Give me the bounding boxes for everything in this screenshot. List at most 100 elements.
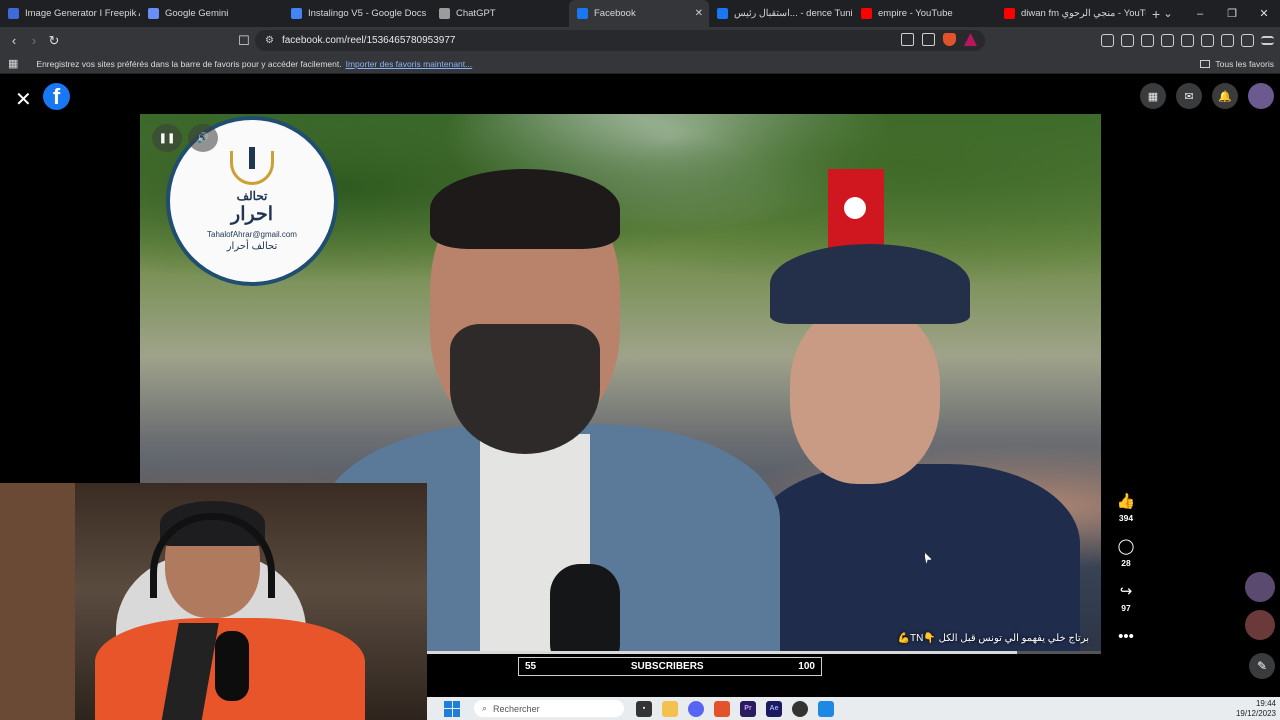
windows-taskbar: ⌕ Rechercher ▪ Pr Ae 19:44 19/12/2023 [427, 697, 1280, 720]
extensions-icon[interactable] [1101, 34, 1114, 47]
contact-avatar[interactable] [1245, 572, 1275, 602]
pause-icon[interactable]: ❚❚ [152, 124, 182, 152]
maximize-button[interactable]: ❐ [1216, 0, 1248, 27]
split-view-icon[interactable] [1181, 34, 1194, 47]
back-button[interactable]: ‹ [4, 33, 24, 48]
download-icon[interactable] [1141, 34, 1154, 47]
tab-label: Google Gemini [165, 8, 229, 19]
tab-label: Facebook [594, 8, 636, 19]
gemini-icon [148, 8, 159, 19]
contact-avatar[interactable] [1245, 610, 1275, 640]
url-bar[interactable]: ⚙ facebook.com/reel/1536465780953977 [255, 30, 985, 51]
folder-icon [1200, 59, 1211, 68]
chevron-down-icon[interactable]: ⌄ [1152, 0, 1184, 27]
tab-label: empire - YouTube [878, 8, 953, 19]
docs-icon [291, 8, 302, 19]
notifications-icon[interactable]: 🔔 [1212, 83, 1238, 109]
close-window-button[interactable]: ✕ [1248, 0, 1280, 27]
more-icon: ••• [1118, 627, 1134, 645]
apps-grid-icon[interactable]: ▦ [8, 57, 18, 70]
browser-tab[interactable]: empire - YouTube [853, 0, 996, 27]
action-count: 28 [1121, 558, 1131, 568]
tab-label: diwan fm منجي الرحوي - YouTube [1021, 8, 1146, 19]
menu-icon[interactable] [1261, 36, 1274, 45]
reload-button[interactable]: ↻ [44, 33, 64, 49]
tab-label: استقبال رئيس... - dence Tunisie [734, 8, 853, 19]
browser-tab[interactable]: Google Gemini [140, 0, 283, 27]
like-action[interactable]: 👍 394 [1117, 492, 1136, 523]
brave-icon[interactable] [714, 700, 730, 717]
freepik-icon [8, 8, 19, 19]
bookmarks-bar: ▦ Enregistrez vos sites préférés dans la… [0, 54, 1280, 74]
browser-tab[interactable]: diwan fm منجي الرحوي - YouTube [996, 0, 1146, 27]
obs-icon[interactable] [792, 700, 808, 717]
omnibox-icons [901, 33, 977, 46]
video-person-elderly-man [750, 244, 1080, 652]
browser-tab[interactable]: Image Generator I Freepik AI [0, 0, 140, 27]
youtube-icon [1004, 8, 1015, 19]
facebook-icon [717, 8, 728, 19]
forward-button[interactable]: › [24, 33, 44, 48]
compose-icon[interactable]: ✎ [1249, 653, 1275, 679]
side-avatars [1245, 572, 1275, 640]
chatgpt-icon [439, 8, 450, 19]
messenger-icon[interactable]: ✉ [1176, 83, 1202, 109]
more-action[interactable]: ••• [1117, 627, 1135, 645]
premiere-icon[interactable]: Pr [740, 700, 756, 717]
tab-label: ChatGPT [456, 8, 496, 19]
stream-progress-track [1017, 651, 1101, 654]
bookmarks-prompt: Enregistrez vos sites préférés dans la b… [36, 58, 342, 69]
facebook-icon [577, 8, 588, 19]
discord-icon[interactable] [688, 700, 704, 717]
system-clock[interactable]: 19:44 19/12/2023 [1236, 699, 1276, 719]
sidebar-toggle-icon[interactable] [1121, 34, 1134, 47]
after-effects-icon[interactable]: Ae [766, 700, 782, 717]
minimize-button[interactable]: – [1184, 0, 1216, 27]
bookmark-icon[interactable]: ☐ [234, 33, 254, 49]
profile-avatar[interactable] [1248, 83, 1274, 109]
action-count: 394 [1118, 513, 1134, 523]
cast-icon[interactable] [901, 33, 914, 46]
wallet-icon[interactable] [1201, 34, 1214, 47]
leo-ai-icon[interactable] [1221, 34, 1234, 47]
youtube-icon [861, 8, 872, 19]
share-page-icon[interactable] [922, 33, 935, 46]
browser-tab[interactable]: Facebook ✕ [569, 0, 709, 27]
photos-icon[interactable] [818, 700, 834, 717]
microphone-icon [215, 631, 249, 701]
reel-actions: 👍 394 ◯ 28 ↪ 97 ••• [1111, 492, 1141, 645]
file-explorer-icon[interactable] [662, 700, 678, 717]
share-action[interactable]: ↪ 97 [1117, 582, 1135, 613]
subs-goal: 100 [798, 661, 815, 672]
task-view-icon[interactable]: ▪ [636, 700, 652, 717]
close-tab-icon[interactable]: ✕ [695, 8, 703, 19]
browser-tab-bar: Image Generator I Freepik AI Google Gemin… [0, 0, 1280, 27]
search-placeholder: Rechercher [493, 703, 540, 714]
brave-shield-icon[interactable] [943, 33, 956, 46]
brave-rewards-icon[interactable] [964, 33, 977, 46]
comment-action[interactable]: ◯ 28 [1117, 537, 1135, 568]
vpn-icon[interactable] [1241, 34, 1254, 47]
all-bookmarks-button[interactable]: Tous les favoris [1200, 59, 1274, 69]
volume-icon[interactable]: 🔊 [188, 124, 218, 152]
browser-tab[interactable]: Instalingo V5 - Google Docs [283, 0, 431, 27]
subscriber-goal: 55 SUBSCRIBERS 100 [518, 657, 822, 676]
subs-label: SUBSCRIBERS [630, 661, 704, 672]
toolbar-extensions [1101, 27, 1280, 54]
browser-tab[interactable]: استقبال رئيس... - dence Tunisie [709, 0, 853, 27]
all-bookmarks-label: Tous les favoris [1215, 58, 1274, 69]
subs-current: 55 [525, 661, 537, 672]
site-info-icon[interactable]: ⚙ [265, 35, 274, 46]
close-icon[interactable]: ✕ [15, 87, 32, 112]
action-count: 97 [1121, 603, 1131, 613]
taskbar-search[interactable]: ⌕ Rechercher [474, 700, 624, 717]
import-bookmarks-link[interactable]: Importer des favoris maintenant... [346, 59, 473, 69]
facebook-logo[interactable]: f [43, 83, 70, 110]
webcam-overlay [0, 483, 427, 720]
share-icon: ↪ [1119, 583, 1133, 600]
menu-grid-icon[interactable]: ▦ [1140, 83, 1166, 109]
browser-tab[interactable]: ChatGPT [431, 0, 569, 27]
reel-caption[interactable]: برتاج خلي يفهمو الي تونس قبل الكل 👇TN💪 [898, 633, 1089, 644]
media-icon[interactable] [1161, 34, 1174, 47]
windows-start-icon[interactable] [444, 700, 460, 717]
